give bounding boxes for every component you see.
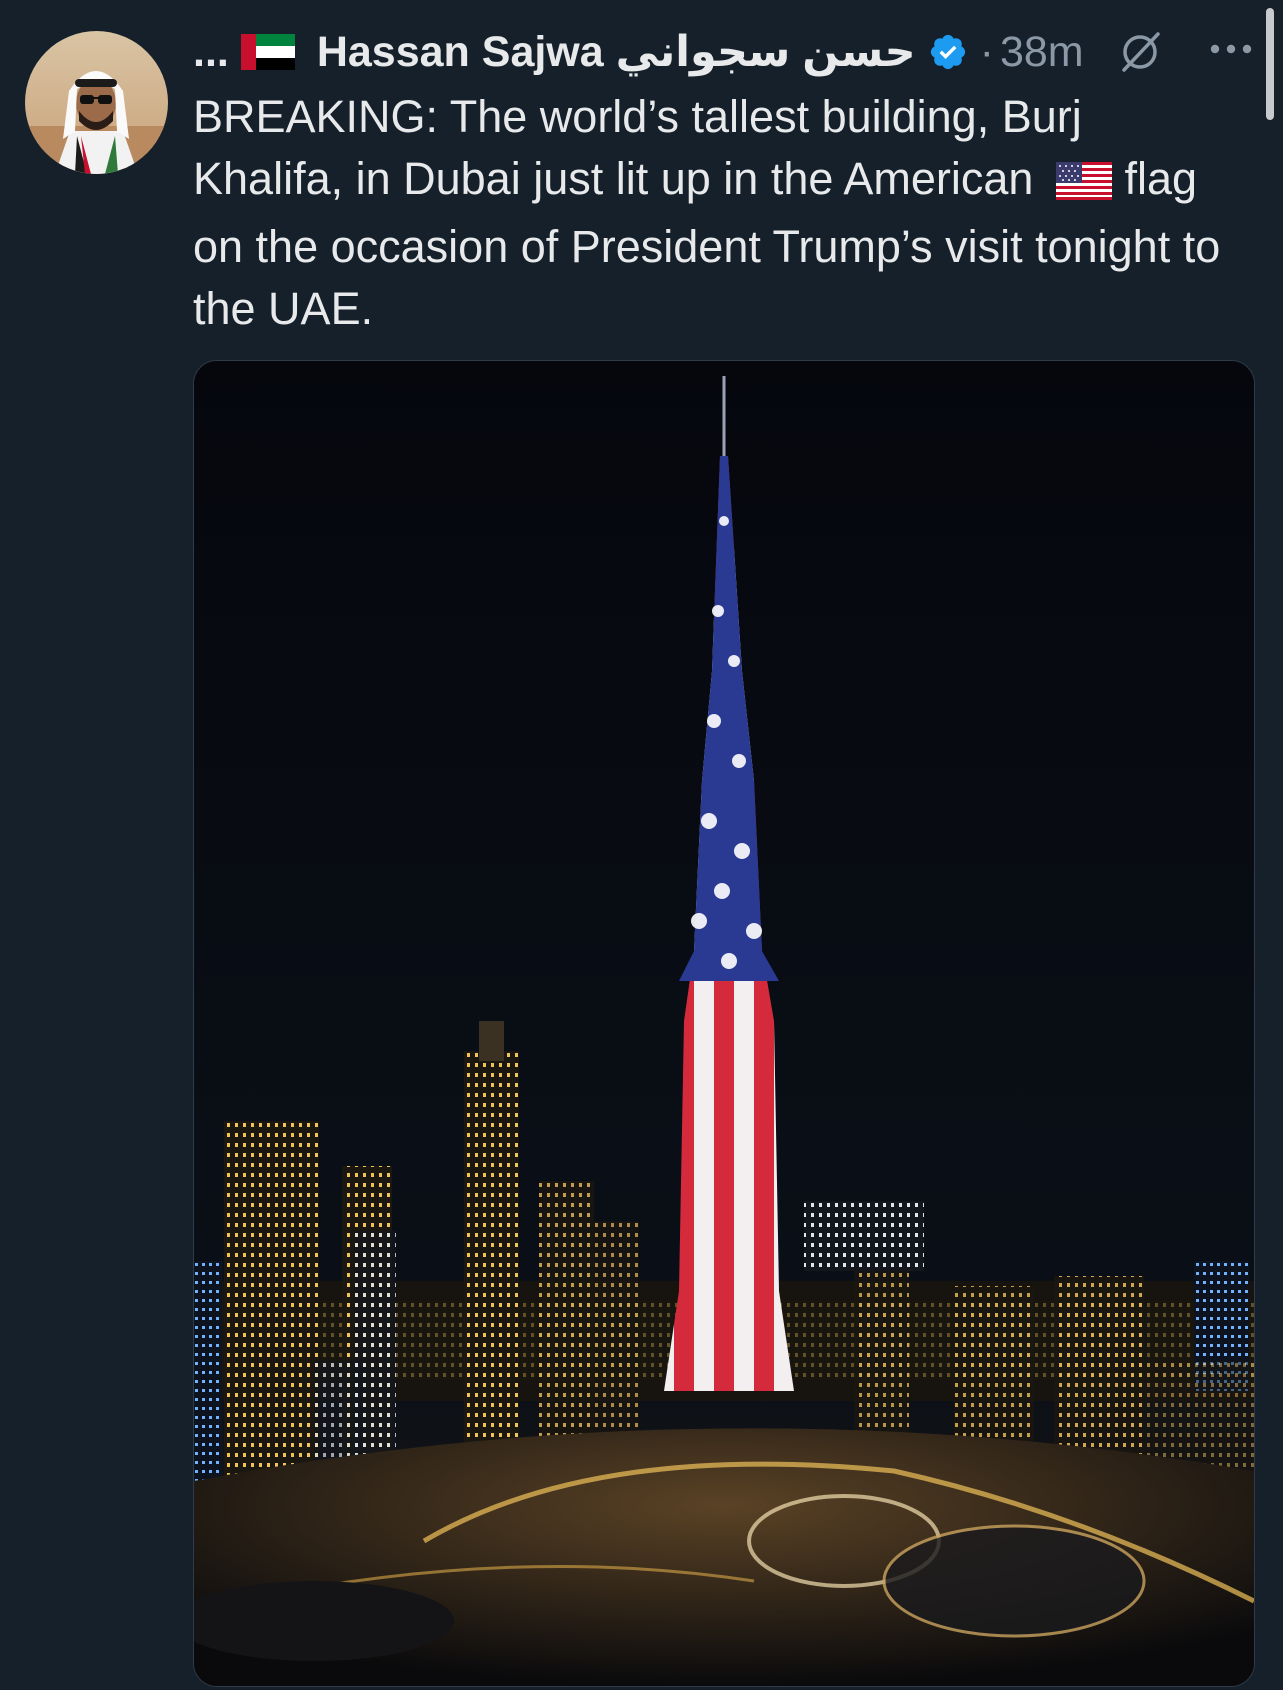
more-icon[interactable] bbox=[1208, 34, 1254, 64]
author-display-name[interactable]: Hassan Sajwa حسن سجواني bbox=[317, 27, 916, 77]
us-flag-icon bbox=[1055, 154, 1112, 216]
uae-flag-icon bbox=[240, 34, 295, 70]
tweet-text: BREAKING: The world’s tallest building, … bbox=[193, 86, 1243, 340]
tweet-text-part-1: BREAKING: The world’s tallest building, … bbox=[193, 91, 1082, 204]
timestamp[interactable]: 38m bbox=[1000, 28, 1084, 77]
grok-icon[interactable] bbox=[1116, 28, 1164, 76]
meta-separator: · bbox=[979, 27, 994, 76]
name-truncation: ... bbox=[193, 27, 229, 76]
scrollbar-thumb[interactable] bbox=[1266, 8, 1274, 120]
verified-badge-icon[interactable] bbox=[928, 32, 968, 72]
tweet-header: ... Hassan Sajwa حسن سجواني · 38m bbox=[193, 24, 1263, 80]
avatar[interactable] bbox=[25, 31, 168, 174]
tweet-media-image[interactable] bbox=[193, 360, 1255, 1687]
